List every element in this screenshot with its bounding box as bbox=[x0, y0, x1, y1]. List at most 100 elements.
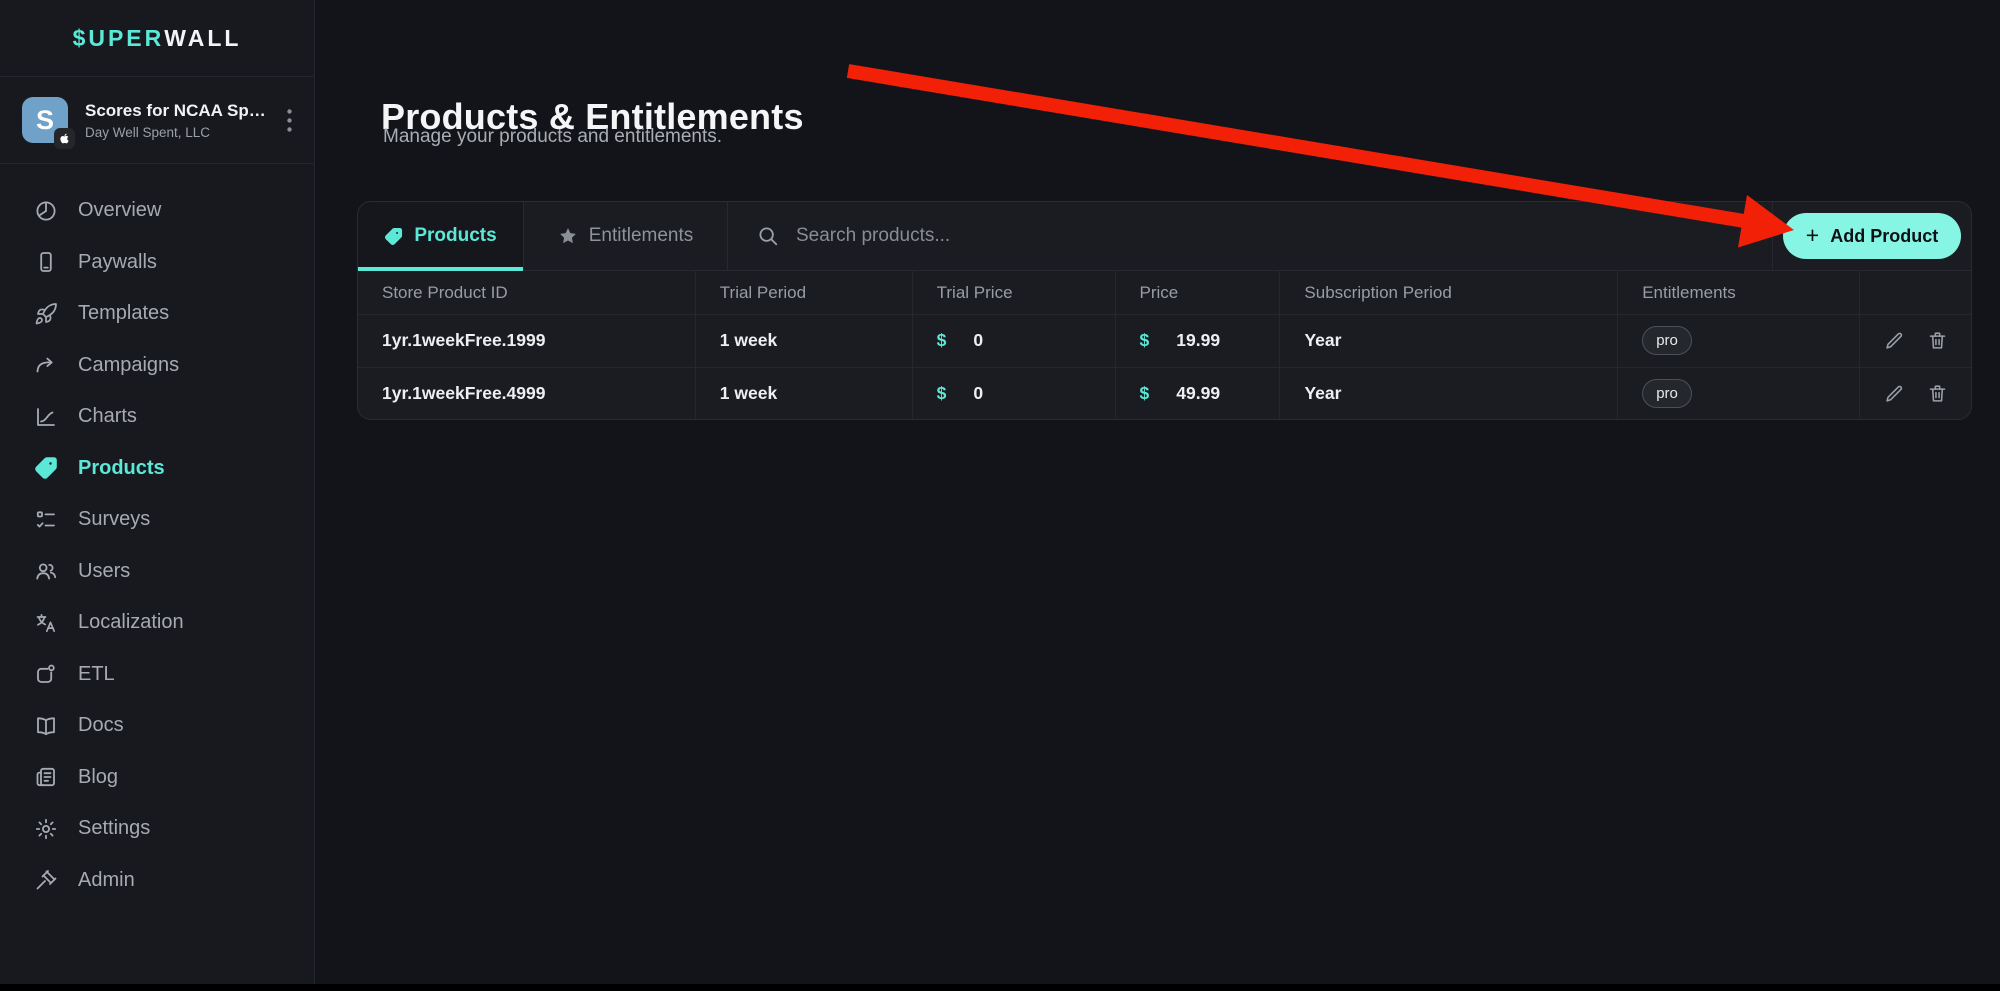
app-icon-letter: S bbox=[36, 105, 54, 136]
tab-bar: Products Entitlements + Add Product bbox=[358, 202, 1971, 271]
sidebar-item-products[interactable]: Products bbox=[0, 443, 314, 495]
add-product-cell: + Add Product bbox=[1772, 202, 1971, 270]
column-header: Store Product ID bbox=[358, 271, 696, 314]
entitlement-badge: pro bbox=[1642, 379, 1692, 408]
search-input[interactable] bbox=[794, 224, 1314, 248]
cell-trial-period: 1 week bbox=[696, 368, 913, 420]
templates-icon bbox=[34, 302, 58, 326]
star-icon bbox=[558, 226, 578, 246]
sidebar-item-admin[interactable]: Admin bbox=[0, 855, 314, 907]
sidebar-item-localization[interactable]: Localization bbox=[0, 597, 314, 649]
sidebar-item-label: Docs bbox=[78, 714, 124, 737]
sidebar-item-overview[interactable]: Overview bbox=[0, 185, 314, 237]
kebab-menu-icon[interactable] bbox=[283, 105, 296, 136]
tab-label: Entitlements bbox=[589, 225, 694, 247]
column-header-actions bbox=[1860, 271, 1971, 314]
surveys-icon bbox=[34, 508, 58, 532]
sidebar-item-campaigns[interactable]: Campaigns bbox=[0, 340, 314, 392]
tab-label: Products bbox=[414, 225, 496, 247]
delete-icon[interactable] bbox=[1927, 330, 1948, 351]
admin-icon bbox=[34, 868, 58, 892]
edit-icon[interactable] bbox=[1884, 383, 1905, 404]
column-header: Trial Price bbox=[913, 271, 1116, 314]
currency-symbol: $ bbox=[1140, 383, 1150, 404]
charts-icon bbox=[34, 405, 58, 429]
sidebar-item-docs[interactable]: Docs bbox=[0, 700, 314, 752]
logo-rest-text: WALL bbox=[164, 25, 241, 52]
sidebar-item-paywalls[interactable]: Paywalls bbox=[0, 237, 314, 289]
table-header-row: Store Product ID Trial Period Trial Pric… bbox=[358, 271, 1971, 314]
column-header: Subscription Period bbox=[1280, 271, 1618, 314]
cell-store-product-id: 1yr.1weekFree.4999 bbox=[358, 368, 696, 420]
column-header: Entitlements bbox=[1618, 271, 1860, 314]
app-company: Day Well Spent, LLC bbox=[85, 125, 266, 140]
settings-icon bbox=[34, 817, 58, 841]
cell-trial-period: 1 week bbox=[696, 315, 913, 367]
sidebar-item-label: Blog bbox=[78, 766, 118, 789]
sidebar-item-surveys[interactable]: Surveys bbox=[0, 494, 314, 546]
superwall-logo: $UPERWALL bbox=[0, 0, 314, 77]
sidebar-item-label: Templates bbox=[78, 302, 169, 325]
column-header: Trial Period bbox=[696, 271, 913, 314]
sidebar-item-label: Surveys bbox=[78, 508, 150, 531]
sidebar-item-etl[interactable]: ETL bbox=[0, 649, 314, 701]
search-box bbox=[728, 202, 1772, 270]
sidebar-item-charts[interactable]: Charts bbox=[0, 391, 314, 443]
users-icon bbox=[34, 559, 58, 583]
cell-actions bbox=[1860, 315, 1971, 367]
campaigns-icon bbox=[34, 353, 58, 377]
app-selector[interactable]: S Scores for NCAA Spo… Day Well Spent, L… bbox=[0, 77, 314, 164]
app-meta: Scores for NCAA Spo… Day Well Spent, LLC bbox=[85, 101, 266, 140]
plus-icon: + bbox=[1806, 224, 1819, 247]
entitlement-badge: pro bbox=[1642, 326, 1692, 355]
search-icon bbox=[757, 225, 779, 247]
app-name: Scores for NCAA Spo… bbox=[85, 101, 266, 121]
blog-icon bbox=[34, 765, 58, 789]
apple-icon bbox=[54, 128, 75, 149]
sidebar-item-label: Campaigns bbox=[78, 354, 179, 377]
window-bottom-edge bbox=[0, 984, 2000, 991]
price-value: 19.99 bbox=[1176, 330, 1220, 351]
add-product-button[interactable]: + Add Product bbox=[1783, 213, 1961, 259]
cell-subscription-period: Year bbox=[1280, 315, 1618, 367]
page-subtitle: Manage your products and entitlements. bbox=[383, 126, 722, 148]
cell-store-product-id: 1yr.1weekFree.1999 bbox=[358, 315, 696, 367]
app-icon: S bbox=[22, 97, 68, 143]
sidebar-item-users[interactable]: Users bbox=[0, 546, 314, 598]
products-card: Products Entitlements + Add Product Stor… bbox=[357, 201, 1972, 420]
tag-icon bbox=[384, 227, 403, 246]
cell-price: $19.99 bbox=[1116, 315, 1281, 367]
currency-symbol: $ bbox=[937, 330, 947, 351]
currency-symbol: $ bbox=[1140, 330, 1150, 351]
sidebar-item-label: Localization bbox=[78, 611, 184, 634]
sidebar-item-label: Users bbox=[78, 560, 130, 583]
etl-icon bbox=[34, 662, 58, 686]
cell-entitlements: pro bbox=[1618, 368, 1860, 420]
sidebar-item-templates[interactable]: Campaigns Templates bbox=[0, 288, 314, 340]
edit-icon[interactable] bbox=[1884, 330, 1905, 351]
sidebar-nav: Overview Paywalls Campaigns Templates Ca… bbox=[0, 164, 314, 906]
add-product-label: Add Product bbox=[1830, 226, 1938, 247]
sidebar: $UPERWALL S Scores for NCAA Spo… Day Wel… bbox=[0, 0, 315, 991]
docs-icon bbox=[34, 714, 58, 738]
cell-subscription-period: Year bbox=[1280, 368, 1618, 420]
cell-entitlements: pro bbox=[1618, 315, 1860, 367]
overview-icon bbox=[34, 199, 58, 223]
sidebar-item-label: Products bbox=[78, 457, 165, 480]
sidebar-item-label: Settings bbox=[78, 817, 150, 840]
paywalls-icon bbox=[34, 250, 58, 274]
column-header: Price bbox=[1116, 271, 1281, 314]
sidebar-item-label: Admin bbox=[78, 869, 135, 892]
sidebar-item-blog[interactable]: Blog bbox=[0, 752, 314, 804]
delete-icon[interactable] bbox=[1927, 383, 1948, 404]
sidebar-item-label: Charts bbox=[78, 405, 137, 428]
localization-icon bbox=[34, 611, 58, 635]
currency-symbol: $ bbox=[937, 383, 947, 404]
tab-products[interactable]: Products bbox=[358, 202, 524, 270]
sidebar-item-settings[interactable]: Settings bbox=[0, 803, 314, 855]
cell-price: $49.99 bbox=[1116, 368, 1281, 420]
tag-icon bbox=[34, 456, 58, 480]
sidebar-item-label: Overview bbox=[78, 199, 161, 222]
logo-accent-text: $UPER bbox=[73, 25, 165, 52]
tab-entitlements[interactable]: Entitlements bbox=[524, 202, 728, 270]
